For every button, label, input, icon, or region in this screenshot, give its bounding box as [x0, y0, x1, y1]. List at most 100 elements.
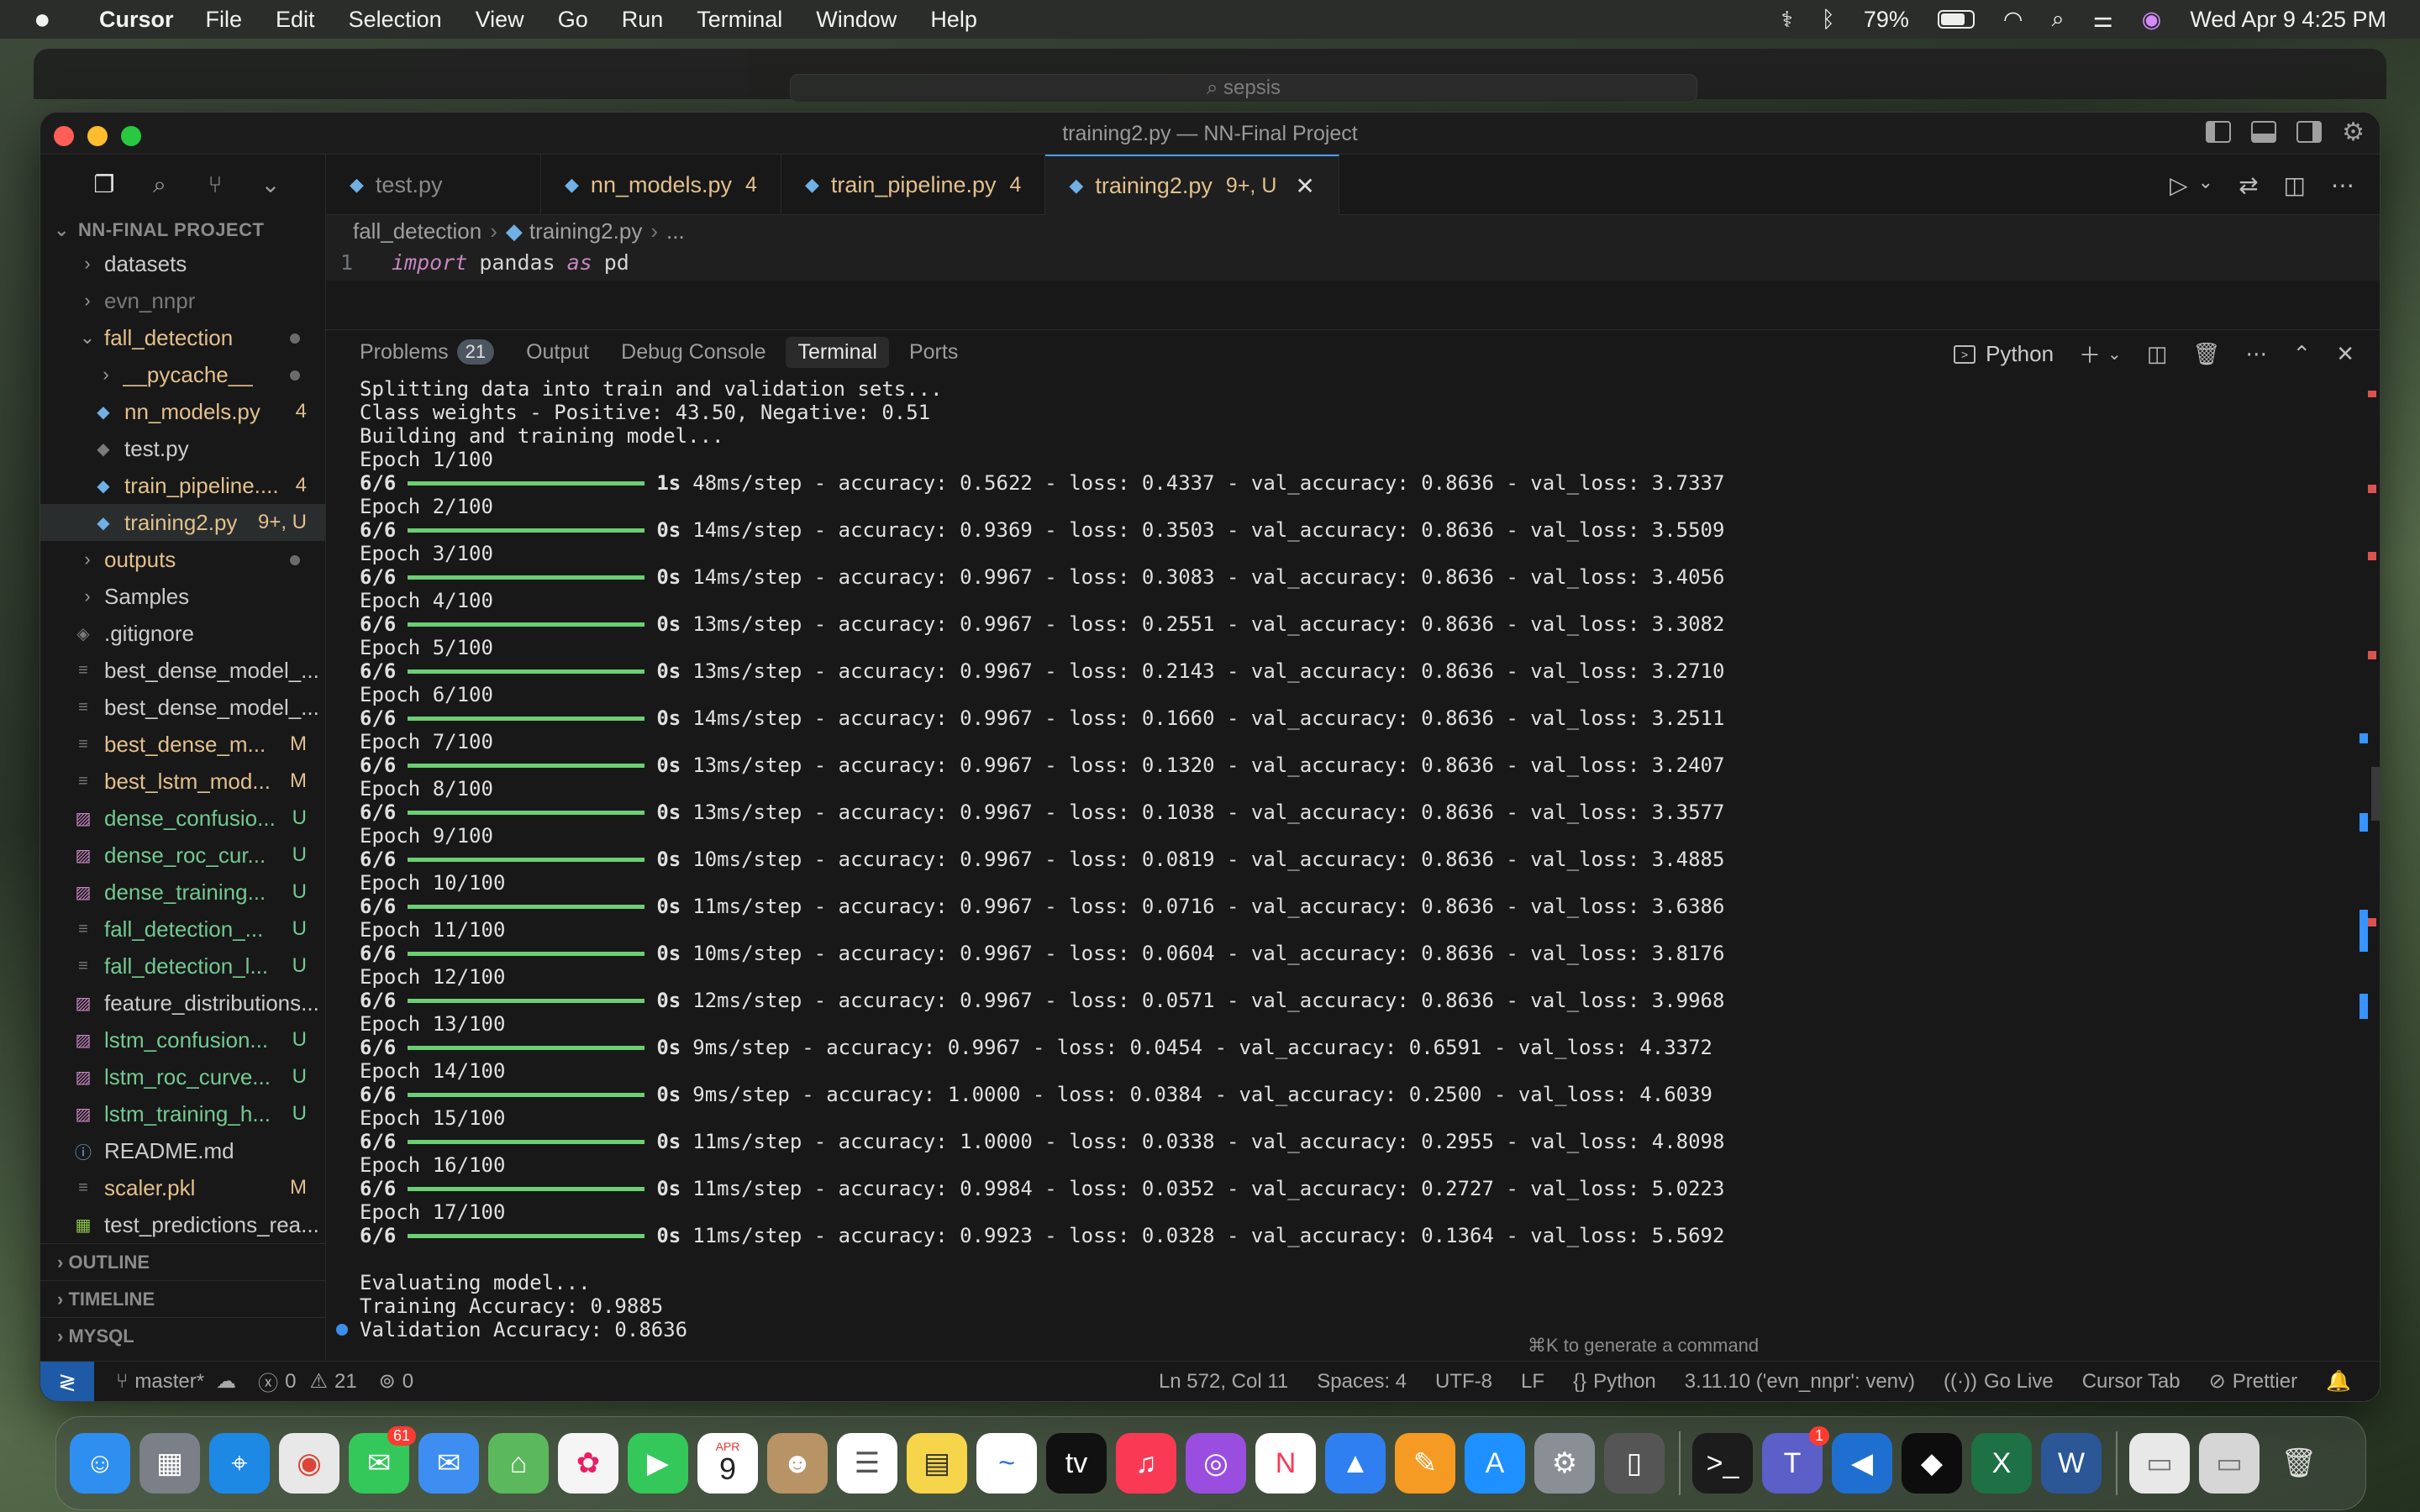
tree-item[interactable]: ▨ lstm_roc_curve... U	[40, 1058, 325, 1095]
indentation[interactable]: Spaces: 4	[1317, 1370, 1407, 1394]
siri-icon[interactable]: ◉	[2142, 7, 2162, 33]
notifications-bell-icon[interactable]: 🔔	[2326, 1369, 2351, 1394]
run-python-file-icon[interactable]: ▷	[2170, 171, 2188, 199]
section-timeline[interactable]: › TIMELINE	[40, 1280, 326, 1317]
language-mode[interactable]: {} Python	[1573, 1370, 1656, 1394]
breadcrumb-more[interactable]: ...	[666, 218, 685, 244]
news-icon[interactable]: N	[1255, 1433, 1316, 1494]
word-icon[interactable]: W	[2041, 1433, 2102, 1494]
tree-item[interactable]: ≡ best_dense_m... M	[40, 726, 325, 763]
downloads-stack-icon[interactable]: ▭	[2129, 1433, 2190, 1494]
tree-item[interactable]: ≡ best_dense_model_...	[40, 689, 325, 726]
control-center-icon[interactable]: ⚌	[2093, 7, 2113, 33]
menu-item-view[interactable]: View	[476, 7, 524, 33]
menu-item-go[interactable]: Go	[558, 7, 588, 33]
tree-item[interactable]: ◈ .gitignore	[40, 615, 325, 652]
maximize-panel-icon[interactable]: ⌃	[2292, 341, 2311, 367]
app-store-icon[interactable]: A	[1465, 1433, 1525, 1494]
spotlight-search-icon[interactable]: ⌕	[2051, 6, 2064, 33]
apple-menu-icon[interactable]: ●	[34, 3, 71, 36]
freeform-icon[interactable]: ~	[976, 1433, 1037, 1494]
cursor-position[interactable]: Ln 572, Col 11	[1159, 1370, 1288, 1394]
chrome-icon[interactable]: ◉	[279, 1433, 339, 1494]
toggle-panel-icon[interactable]	[2251, 121, 2277, 143]
tree-item[interactable]: ≡ fall_detection_... U	[40, 911, 325, 948]
terminal-icon[interactable]: >_	[1692, 1433, 1753, 1494]
menu-item-help[interactable]: Help	[930, 7, 977, 33]
battery-icon[interactable]	[1937, 10, 1975, 29]
tree-item[interactable]: › evn_nnpr	[40, 282, 325, 319]
more-actions-icon[interactable]: ⋯	[2245, 341, 2267, 367]
code-editor[interactable]: 1importpandasaspd2importnumpyasnp	[326, 247, 2380, 281]
excel-icon[interactable]: X	[1971, 1433, 2032, 1494]
encoding[interactable]: UTF-8	[1435, 1370, 1492, 1394]
menu-datetime[interactable]: Wed Apr 9 4:25 PM	[2190, 7, 2386, 33]
facetime-icon[interactable]: ▶	[628, 1433, 688, 1494]
window-close-button[interactable]	[54, 126, 74, 146]
bluetooth-icon[interactable]: ᛒ	[1822, 7, 1835, 33]
menu-app-name[interactable]: Cursor	[99, 7, 174, 33]
tab-test-py[interactable]: ◆ test.py	[326, 155, 541, 215]
kill-terminal-icon[interactable]: 🗑	[2192, 341, 2220, 367]
tree-item[interactable]: ≡ scaler.pkl M	[40, 1169, 325, 1206]
window-maximize-button[interactable]	[121, 126, 141, 146]
teams-icon[interactable]: T1	[1762, 1426, 1829, 1494]
breadcrumb-folder[interactable]: fall_detection	[353, 218, 481, 244]
toggle-primary-sidebar-icon[interactable]	[2206, 121, 2232, 143]
calendar-icon[interactable]: APR 9	[697, 1433, 758, 1494]
panel-tab-ports[interactable]: Ports	[909, 340, 958, 365]
tree-item[interactable]: ⓘ README.md	[40, 1132, 325, 1169]
section-outline[interactable]: › OUTLINE	[40, 1243, 326, 1280]
menu-item-selection[interactable]: Selection	[349, 7, 442, 33]
branch-indicator[interactable]: ⑂ master* ☁	[116, 1369, 236, 1394]
iphone-mirroring-icon[interactable]: ▯	[1604, 1433, 1665, 1494]
tab-training2-py[interactable]: ◆ training2.py 9+, U ✕	[1045, 155, 1339, 215]
pages-icon[interactable]: ✎	[1395, 1433, 1455, 1494]
menu-item-run[interactable]: Run	[622, 7, 664, 33]
contacts-icon[interactable]: ☻	[767, 1433, 828, 1494]
tree-item[interactable]: ◆ test.py	[40, 430, 325, 467]
tree-item[interactable]: › __pycache__	[40, 356, 325, 393]
end-of-line[interactable]: LF	[1521, 1370, 1544, 1394]
tab-train_pipeline-py[interactable]: ◆ train_pipeline.py 4	[781, 155, 1046, 215]
panel-tab-problems[interactable]: Problems 21	[360, 339, 495, 365]
menu-item-edit[interactable]: Edit	[276, 7, 315, 33]
prettier-button[interactable]: ⊘ Prettier	[2209, 1369, 2297, 1394]
breadcrumb-file[interactable]: training2.py	[529, 218, 642, 244]
remote-indicator-icon[interactable]: ≷	[40, 1361, 94, 1401]
tree-item[interactable]: ≡ best_dense_model_...	[40, 652, 325, 689]
system-settings-icon[interactable]: ⚙	[1534, 1433, 1595, 1494]
control-center-extra-icon[interactable]: ⚕	[1781, 7, 1793, 33]
music-icon[interactable]: ♫	[1116, 1433, 1176, 1494]
problems-indicator[interactable]: ⓧ 0 ⚠ 21	[258, 1367, 357, 1396]
explorer-project-header[interactable]: ⌄ NN-FINAL PROJECT	[40, 215, 325, 245]
panel-tab-terminal[interactable]: Terminal	[786, 336, 889, 368]
tree-item[interactable]: ≡ best_lstm_mod... M	[40, 763, 325, 800]
wifi-icon[interactable]: ◠	[2003, 7, 2023, 33]
safari-icon[interactable]: ⌖	[209, 1433, 270, 1494]
tree-item[interactable]: ⌄ fall_detection	[40, 319, 325, 356]
tree-item[interactable]: ▨ lstm_training_h... U	[40, 1095, 325, 1132]
split-terminal-icon[interactable]: ◫	[2147, 341, 2168, 367]
vscode-icon[interactable]: ◀	[1832, 1433, 1892, 1494]
close-panel-icon[interactable]: ✕	[2336, 341, 2354, 367]
panel-tab-output[interactable]: Output	[526, 340, 589, 365]
finder-icon[interactable]: ☺	[70, 1433, 130, 1494]
cursor-tab-button[interactable]: Cursor Tab	[2082, 1370, 2181, 1394]
cursor-icon[interactable]: ◆	[1902, 1433, 1962, 1494]
tree-item[interactable]: ▨ dense_training... U	[40, 874, 325, 911]
photos-icon[interactable]: ✿	[558, 1433, 618, 1494]
trash-icon[interactable]: 🗑	[2269, 1433, 2329, 1494]
tree-item[interactable]: › Samples	[40, 578, 325, 615]
tv-icon[interactable]: tv	[1046, 1433, 1107, 1494]
terminal-dropdown-icon[interactable]: ⌄	[2107, 344, 2122, 365]
tree-item[interactable]: ◆ train_pipeline.... 4	[40, 467, 325, 504]
tree-item[interactable]: ▨ lstm_confusion... U	[40, 1021, 325, 1058]
mail-icon[interactable]: ✉	[418, 1433, 479, 1494]
chevron-down-icon[interactable]: ⌄	[257, 171, 284, 198]
settings-gear-icon[interactable]: ⚙	[2342, 120, 2365, 145]
scrollbar-thumb[interactable]	[2371, 767, 2380, 821]
keynote-icon[interactable]: ▲	[1325, 1433, 1386, 1494]
window-minimize-button[interactable]	[87, 126, 108, 146]
new-terminal-icon[interactable]: ＋	[2079, 339, 2101, 370]
